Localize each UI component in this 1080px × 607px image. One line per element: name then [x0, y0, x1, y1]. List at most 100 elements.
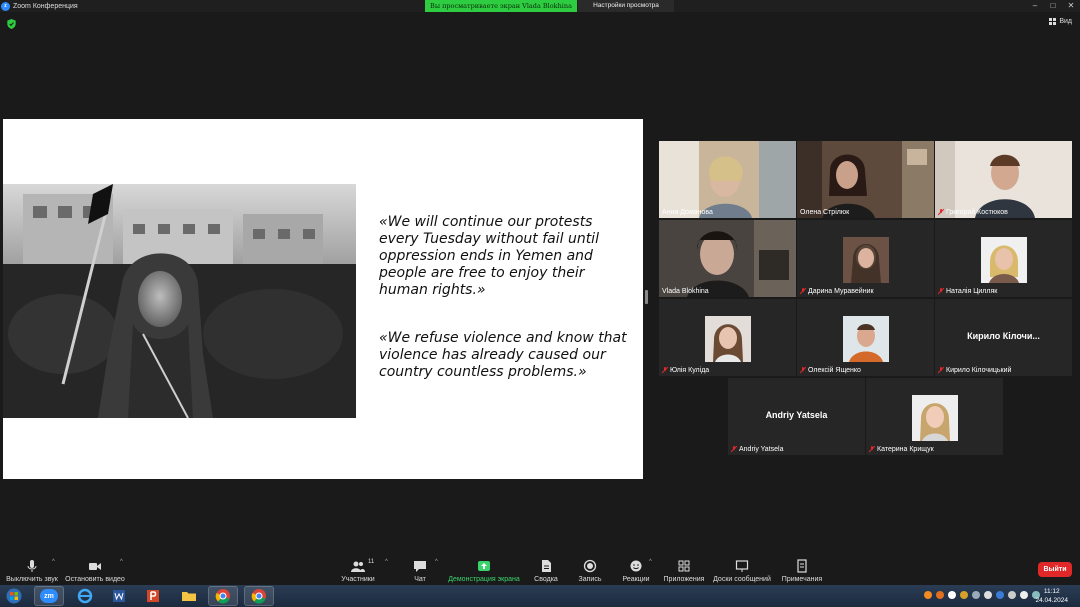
notes-button[interactable]: Примечания: [780, 553, 824, 585]
folder-icon: [182, 592, 196, 601]
participant-tile-kyrylo[interactable]: Кирило Кілочи... Кирило Кілочицький: [935, 299, 1072, 376]
participant-tile-yuliia[interactable]: Юлія Куліда: [659, 299, 796, 376]
window-controls: – □ ✕: [1026, 0, 1080, 12]
tray-app-icon[interactable]: [948, 591, 956, 599]
participant-name: Юлія Куліда: [670, 367, 710, 374]
taskbar-internet-explorer[interactable]: [70, 586, 100, 606]
taskbar-chrome-1[interactable]: [208, 586, 238, 606]
taskbar-powerpoint[interactable]: [138, 586, 168, 606]
tray-app-icon[interactable]: [996, 591, 1004, 599]
zoom-app-icon: zm: [40, 589, 58, 603]
participants-icon: [351, 561, 365, 572]
record-button[interactable]: Запись: [576, 553, 604, 585]
participant-tile-oleksii[interactable]: Олексій Ященко: [797, 299, 934, 376]
view-options-button[interactable]: Настройки просмотра: [578, 0, 674, 12]
participants-button[interactable]: Участники: [340, 553, 376, 585]
participant-name: Andriy Yatsela: [739, 446, 784, 453]
system-clock[interactable]: 11:12 24.04.2024: [1035, 587, 1068, 605]
clock-date: 24.04.2024: [1035, 597, 1068, 604]
zoom-meeting-window: z Zoom Конференция Вы просматриваете экр…: [0, 0, 1080, 607]
participant-tile-olena[interactable]: Олена Стрілюк: [797, 141, 934, 218]
system-tray: [924, 591, 1040, 599]
reactions-options-caret[interactable]: ^: [649, 559, 652, 565]
participant-display-name: Andriy Yatsela: [765, 410, 828, 420]
whiteboard-icon: [735, 560, 749, 572]
encryption-shield-icon[interactable]: [7, 19, 16, 29]
chrome-icon: [215, 589, 230, 604]
participants-count: 11: [368, 559, 375, 565]
participant-name: Олена Стрілюк: [800, 209, 850, 216]
chat-button[interactable]: Чат: [410, 553, 430, 585]
participant-tile-andriy[interactable]: Andriy Yatsela Andriy Yatsela: [728, 378, 865, 455]
tray-app-icon[interactable]: [960, 591, 968, 599]
panel-resize-handle[interactable]: [645, 290, 648, 304]
windows-taskbar: zm 11:12 24.04.2024: [0, 585, 1080, 607]
tray-app-icon[interactable]: [936, 591, 944, 599]
keyboard-icon[interactable]: [1008, 591, 1016, 599]
participant-video: [797, 141, 934, 218]
powerpoint-icon: [147, 590, 159, 602]
share-screen-label: Демонстрация экрана: [448, 576, 520, 583]
participant-tile-anna[interactable]: Анна Доманова: [659, 141, 796, 218]
taskbar-zoom[interactable]: zm: [34, 586, 64, 606]
mute-button[interactable]: Выключить звук: [6, 553, 58, 585]
zoom-app-icon: z: [1, 1, 10, 11]
participant-name: Кирило Кілочицький: [946, 367, 1012, 374]
mute-label: Выключить звук: [6, 576, 58, 583]
muted-mic-icon: [938, 288, 944, 295]
participant-video: [935, 141, 1072, 218]
apps-button[interactable]: Приложения: [662, 553, 706, 585]
participant-name: Vlada Blokhina: [662, 288, 709, 295]
summary-label: Сводка: [534, 576, 558, 583]
share-screen-button[interactable]: Демонстрация экрана: [448, 553, 520, 585]
participant-name: Наталія Цилляк: [946, 288, 998, 295]
participant-tile-daryna[interactable]: Дарина Муравейник: [797, 220, 934, 297]
apps-label: Приложения: [663, 576, 705, 583]
tray-app-icon[interactable]: [972, 591, 980, 599]
network-icon[interactable]: [1020, 591, 1028, 599]
minimize-icon[interactable]: –: [1026, 0, 1044, 12]
participants-label: Участники: [341, 576, 375, 583]
taskbar-word[interactable]: [104, 586, 134, 606]
apps-icon: [678, 560, 690, 572]
taskbar-file-explorer[interactable]: [174, 586, 204, 606]
video-options-caret[interactable]: ^: [120, 559, 123, 565]
shared-screen-slide: «We will continue our protests every Tue…: [3, 119, 643, 479]
close-icon[interactable]: ✕: [1062, 0, 1080, 12]
taskbar-chrome-2[interactable]: [244, 586, 274, 606]
chat-bubble-icon: [414, 561, 426, 572]
participant-tile-hryhorii[interactable]: Григорий Костюков: [935, 141, 1072, 218]
protest-photo: [3, 184, 356, 418]
stop-video-button[interactable]: Остановить видео: [65, 553, 125, 585]
muted-mic-icon: [938, 367, 944, 374]
video-camera-icon: [89, 563, 101, 570]
stop-video-label: Остановить видео: [65, 576, 125, 583]
participant-tile-nataliia[interactable]: Наталія Цилляк: [935, 220, 1072, 297]
tray-app-icon[interactable]: [924, 591, 932, 599]
grid-view-icon: [1049, 18, 1057, 25]
participants-options-caret[interactable]: ^: [385, 559, 388, 565]
summary-document-icon: [542, 560, 551, 572]
participant-tile-vlada[interactable]: Vlada Blokhina: [659, 220, 796, 297]
chat-options-caret[interactable]: ^: [435, 559, 438, 565]
summary-button[interactable]: Сводка: [532, 553, 560, 585]
participant-tile-kateryna[interactable]: Катерина Крищук: [866, 378, 1003, 455]
participant-display-name: Кирило Кілочи...: [967, 331, 1040, 341]
slide-quote-2: «We refuse violence and know that violen…: [379, 330, 627, 380]
participant-name: Олексій Ященко: [808, 367, 861, 374]
muted-mic-icon: [800, 288, 806, 295]
whiteboards-button[interactable]: Доски сообщений: [712, 553, 772, 585]
notes-label: Примечания: [781, 576, 823, 583]
leave-meeting-button[interactable]: Выйти: [1038, 562, 1072, 577]
volume-icon[interactable]: [984, 591, 992, 599]
start-button[interactable]: [2, 586, 26, 606]
notes-icon: [797, 559, 807, 573]
reactions-button[interactable]: Реакции: [620, 553, 652, 585]
windows-logo-icon: [6, 588, 22, 604]
participant-avatar: [842, 316, 889, 362]
audio-options-caret[interactable]: ^: [52, 559, 55, 565]
muted-mic-icon: [938, 209, 944, 216]
maximize-icon[interactable]: □: [1044, 0, 1062, 12]
view-button[interactable]: Вид: [1049, 18, 1072, 25]
participant-avatar: [842, 237, 889, 283]
